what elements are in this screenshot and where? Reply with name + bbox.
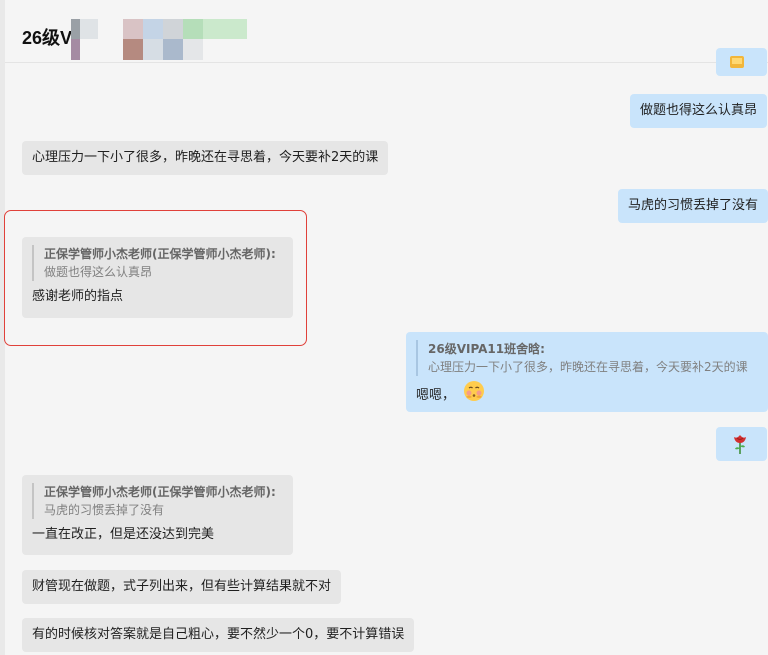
quote-block[interactable]: 正保学管师小杰老师(正保学管师小杰老师): 马虎的习惯丢掉了没有 [32, 483, 283, 519]
message-bubble-out-partial[interactable] [716, 48, 767, 76]
message-reply-line: 嗯嗯， [416, 380, 758, 409]
message-bubble-out[interactable]: 做题也得这么认真昂 [630, 94, 768, 128]
message-text: 心理压力一下小了很多，昨晚还在寻思着，今天要补2天的课 [32, 150, 379, 165]
message-text: 一直在改正，但是还没达到完美 [32, 527, 215, 542]
quote-sender: 26级VIPA11班舍晗: [428, 342, 545, 356]
message-bubble-in-quote[interactable]: 正保学管师小杰老师(正保学管师小杰老师): 马虎的习惯丢掉了没有 一直在改正，但… [22, 475, 293, 555]
rose-icon [730, 433, 750, 461]
message-bubble-out-quote[interactable]: 26级VIPA11班舍晗: 心理压力一下小了很多，昨晚还在寻思着，今天要补2天的… [406, 332, 768, 412]
message-text: 做题也得这么认真昂 [640, 103, 758, 118]
message-bubble-in-quote[interactable]: 正保学管师小杰老师(正保学管师小杰老师): 做题也得这么认真昂 感谢老师的指点 [22, 237, 293, 318]
message-text: 感谢老师的指点 [32, 289, 124, 304]
quote-text: 心理压力一下小了很多，昨晚还在寻思着，今天要补2天的课 [428, 360, 748, 374]
message-text: 马虎的习惯丢掉了没有 [628, 198, 759, 213]
quote-block[interactable]: 26级VIPA11班舍晗: 心理压力一下小了很多，昨晚还在寻思着，今天要补2天的… [416, 340, 758, 376]
message-bubble-in[interactable]: 有的时候核对答案就是自己粗心，要不然少一个0，要不计算错误 [22, 618, 415, 652]
message-bubble-in[interactable]: 财管现在做题，式子列出来，但有些计算结果就不对 [22, 570, 342, 604]
quote-sender: 正保学管师小杰老师(正保学管师小杰老师): [44, 485, 276, 499]
quote-sender: 正保学管师小杰老师(正保学管师小杰老师): [44, 247, 276, 261]
chat-header: 26级V [5, 0, 768, 63]
sticker-icon [728, 56, 746, 76]
message-text: 嗯嗯， [416, 388, 456, 403]
quote-text: 马虎的习惯丢掉了没有 [44, 503, 165, 517]
shy-face-emoji-icon [463, 380, 485, 409]
quote-text: 做题也得这么认真昂 [44, 265, 153, 279]
message-text: 有的时候核对答案就是自己粗心，要不然少一个0，要不计算错误 [32, 627, 405, 642]
message-bubble-out[interactable]: 马虎的习惯丢掉了没有 [618, 189, 768, 223]
redacted-title-mosaic [71, 19, 247, 61]
chat-title: 26级V [22, 28, 73, 48]
message-bubble-out-emoji[interactable] [716, 427, 767, 461]
quote-block[interactable]: 正保学管师小杰老师(正保学管师小杰老师): 做题也得这么认真昂 [32, 245, 283, 281]
message-text: 财管现在做题，式子列出来，但有些计算结果就不对 [32, 579, 332, 594]
message-bubble-in[interactable]: 心理压力一下小了很多，昨晚还在寻思着，今天要补2天的课 [22, 141, 389, 175]
